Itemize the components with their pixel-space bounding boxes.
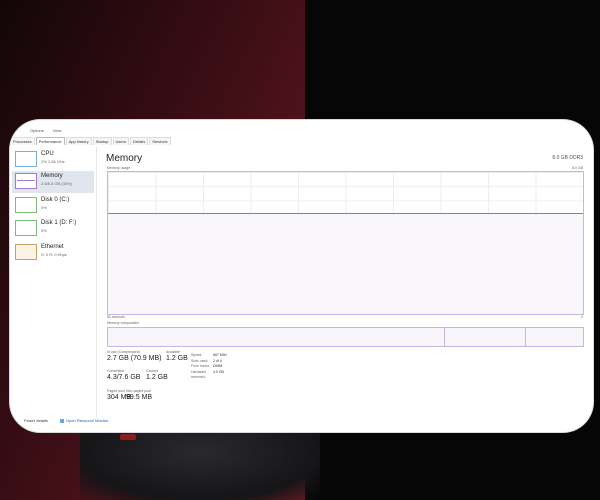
sidebar-item-title: Memory — [41, 173, 63, 179]
stat-in-use: In use (Compressed) 2.7 GB (70.9 MB) — [107, 350, 161, 362]
sidebar-item-subtitle: S: 0 R: 0 Kbps — [41, 252, 67, 257]
sidebar-item-disk-0[interactable]: Disk 0 (C:) 0% — [12, 195, 94, 217]
stat-value: 1.2 GB — [146, 374, 168, 381]
sidebar-item-subtitle: 2% 1.56 GHz — [41, 159, 65, 164]
graph-time-span: 60 seconds — [107, 315, 125, 319]
memory-details: Speed: 667 MHz Slots used: 2 of 4 Form fac… — [191, 353, 227, 381]
fewer-details-button[interactable]: Fewer details — [24, 418, 48, 423]
composition-in-use — [108, 328, 445, 346]
stat-value: 2.7 GB (70.9 MB) — [107, 355, 162, 362]
background-figure — [80, 420, 320, 500]
sidebar-item-ethernet[interactable]: Ethernet S: 0 R: 0 Kbps — [12, 242, 94, 264]
page-title: Memory — [106, 153, 143, 164]
stat-value: 99.5 MB — [126, 394, 153, 401]
memory-panel: Memory 8.0 GB DDR3 Memory usage 8.0 GB 6… — [96, 147, 593, 417]
sidebar-item-subtitle: 2.6/8.0 GB (33%) — [41, 181, 72, 186]
stat-available: Available 1.2 GB — [166, 350, 188, 362]
task-manager-window: Options View Processes Performance App h… — [10, 120, 593, 432]
stat-value: 4.3/7.6 GB — [107, 374, 141, 381]
sidebar-item-title: Disk 1 (D: F:) — [41, 220, 77, 226]
stat-label: Committed — [107, 369, 124, 373]
sidebar-item-memory[interactable]: Memory 2.6/8.0 GB (33%) — [12, 171, 94, 193]
menu-bar: Options View — [30, 128, 70, 133]
footer: Fewer details Open Resource Monitor — [24, 418, 108, 423]
sidebar-item-subtitle: 0% — [41, 205, 47, 210]
tab-services[interactable]: Services — [149, 137, 171, 145]
open-resource-monitor-link[interactable]: Open Resource Monitor — [60, 418, 108, 423]
usage-area — [108, 214, 583, 314]
detail-key: Hardware reserved: — [191, 369, 207, 380]
memory-graph-thumbnail — [15, 173, 37, 189]
menu-options[interactable]: Options — [30, 128, 44, 133]
cpu-graph-thumbnail — [15, 151, 37, 167]
stat-label: Non-paged pool — [126, 389, 151, 393]
disk-graph-thumbnail — [15, 220, 37, 236]
tab-performance[interactable]: Performance — [35, 137, 65, 145]
tab-app-history[interactable]: App history — [65, 137, 92, 145]
background-logo — [120, 434, 136, 440]
usage-graph-max: 8.0 GB — [572, 166, 583, 170]
performance-sidebar: CPU 2% 1.56 GHz Memory 2.6/8.0 GB (33%) … — [10, 147, 97, 417]
tab-bar: Processes Performance App history Startu… — [10, 137, 172, 145]
usage-graph-label: Memory usage — [107, 166, 131, 170]
detail-row: Hardware reserved: 4.0 GB — [191, 370, 227, 381]
disk-graph-thumbnail — [15, 197, 37, 213]
detail-value: 4.0 GB — [213, 369, 224, 374]
memory-composition-bar — [107, 327, 584, 347]
sidebar-item-disk-1[interactable]: Disk 1 (D: F:) 0% — [12, 218, 94, 240]
composition-cached — [445, 328, 526, 346]
graph-time-end: 0 — [581, 315, 583, 319]
sidebar-item-title: Disk 0 (C:) — [41, 197, 70, 203]
sidebar-item-title: Ethernet — [41, 244, 64, 250]
stat-cached: Cached 1.2 GB — [146, 369, 168, 381]
memory-usage-graph — [107, 171, 584, 315]
stat-label: Available — [166, 350, 181, 354]
menu-view[interactable]: View — [53, 128, 62, 133]
ethernet-graph-thumbnail — [15, 244, 37, 260]
stat-committed: Committed 4.3/7.6 GB — [107, 369, 140, 381]
usage-line — [108, 213, 583, 214]
sidebar-item-title: CPU — [41, 151, 54, 157]
tab-users[interactable]: Users — [112, 137, 129, 145]
memory-total: 8.0 GB DDR3 — [552, 155, 583, 161]
stat-label: In use (Compressed) — [107, 350, 140, 354]
stat-value: 1.2 GB — [166, 355, 188, 362]
stat-non-paged-pool: Non-paged pool 99.5 MB — [126, 389, 152, 401]
tab-processes[interactable]: Processes — [10, 137, 35, 145]
tab-details[interactable]: Details — [129, 137, 149, 145]
sidebar-item-cpu[interactable]: CPU 2% 1.56 GHz — [12, 149, 94, 171]
sidebar-item-subtitle: 0% — [41, 228, 47, 233]
composition-label: Memory composition — [107, 321, 140, 325]
tab-startup[interactable]: Startup — [92, 137, 112, 145]
stat-label: Cached — [146, 369, 159, 373]
